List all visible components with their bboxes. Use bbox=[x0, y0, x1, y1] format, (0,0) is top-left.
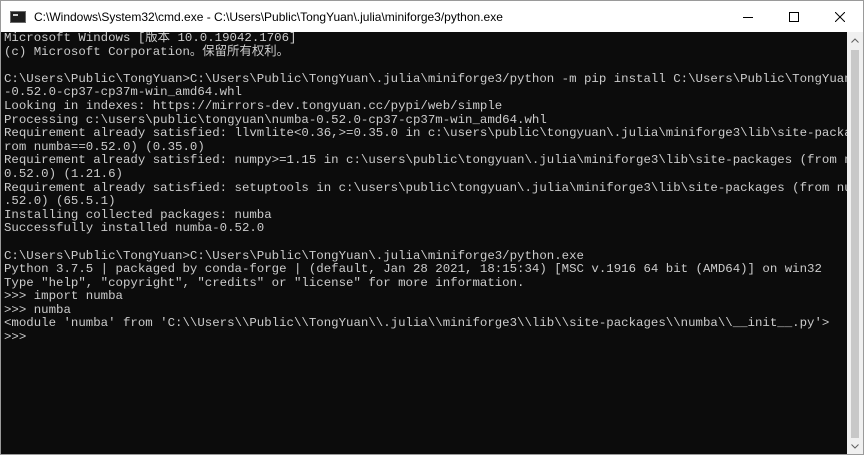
chevron-down-icon bbox=[851, 443, 859, 449]
console-line: Looking in indexes: https://mirrors-dev.… bbox=[4, 98, 503, 113]
console-line: >>> import numba bbox=[4, 289, 123, 304]
console-output[interactable]: Microsoft Windows [版本 10.0.19042.1706] (… bbox=[1, 32, 847, 454]
title-bar[interactable]: C:\Windows\System32\cmd.exe - C:\Users\P… bbox=[1, 1, 863, 32]
console-line: C:\Users\Public\TongYuan>C:\Users\Public… bbox=[4, 71, 847, 86]
console-line: 0.52.0) (1.21.6) bbox=[4, 166, 123, 181]
console-line: rom numba==0.52.0) (0.35.0) bbox=[4, 139, 205, 154]
console-line: Requirement already satisfied: llvmlite<… bbox=[4, 126, 847, 141]
caption-buttons bbox=[725, 1, 863, 32]
console-line: -0.52.0-cp37-cp37m-win_amd64.whl bbox=[4, 85, 242, 100]
cmd-window: C:\Windows\System32\cmd.exe - C:\Users\P… bbox=[0, 0, 864, 455]
chevron-up-icon bbox=[851, 37, 859, 43]
cmd-icon[interactable] bbox=[10, 10, 26, 23]
console-line: (c) Microsoft Corporation。保留所有权利。 bbox=[4, 44, 290, 59]
scroll-thumb[interactable] bbox=[851, 50, 859, 438]
close-button[interactable] bbox=[817, 1, 863, 32]
console-line: Type "help", "copyright", "credits" or "… bbox=[4, 275, 525, 290]
maximize-icon bbox=[789, 11, 799, 22]
console-line: Python 3.7.5 | packaged by conda-forge |… bbox=[4, 262, 822, 277]
maximize-button[interactable] bbox=[771, 1, 817, 32]
vertical-scrollbar[interactable] bbox=[847, 32, 863, 454]
minimize-button[interactable] bbox=[725, 1, 771, 32]
minimize-icon bbox=[743, 16, 753, 18]
console-line: .52.0) (65.5.1) bbox=[4, 194, 116, 209]
console-line: C:\Users\Public\TongYuan>C:\Users\Public… bbox=[4, 248, 584, 263]
scroll-up-button[interactable] bbox=[847, 32, 863, 48]
console-line: Installing collected packages: numba bbox=[4, 207, 272, 222]
window-title: C:\Windows\System32\cmd.exe - C:\Users\P… bbox=[34, 9, 503, 24]
close-icon bbox=[835, 11, 845, 22]
console-text: Microsoft Windows [版本 10.0.19042.1706] (… bbox=[1, 32, 847, 345]
console-line: Requirement already satisfied: numpy>=1.… bbox=[4, 153, 847, 168]
console-line: Successfully installed numba-0.52.0 bbox=[4, 221, 265, 236]
console-line: <module 'numba' from 'C:\\Users\\Public\… bbox=[4, 316, 830, 331]
console-line: Microsoft Windows [版本 10.0.19042.1706] bbox=[4, 32, 297, 45]
scroll-down-button[interactable] bbox=[847, 438, 863, 454]
console-line: Requirement already satisfied: setuptool… bbox=[4, 180, 847, 195]
console-line: Processing c:\users\public\tongyuan\numb… bbox=[4, 112, 547, 127]
console-line: >>> bbox=[4, 330, 27, 345]
console-line: >>> numba bbox=[4, 302, 71, 317]
